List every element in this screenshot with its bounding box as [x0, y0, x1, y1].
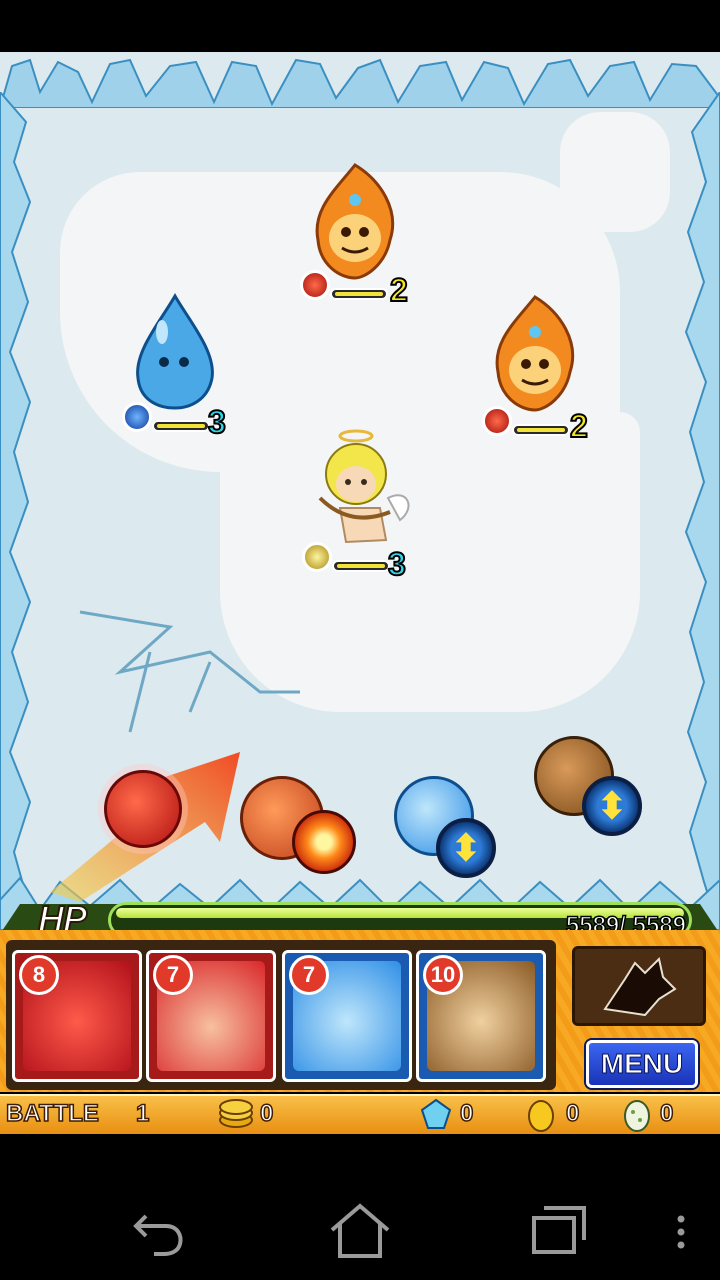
battlefield[interactable]: 2 3 2 3 ⬍ ⬍: [0, 52, 720, 930]
party-card-tanuki-brawler[interactable]: 10: [416, 950, 546, 1082]
gem-count: 0: [459, 1099, 474, 1128]
level-badge: 10: [423, 955, 463, 995]
enemy-fire-spirit[interactable]: 2: [300, 160, 430, 308]
fire-element-icon: [482, 406, 512, 436]
player-red-dragon[interactable]: [104, 770, 182, 848]
water-element-icon: [122, 402, 152, 432]
enemy-angel-archer[interactable]: 3: [300, 428, 430, 582]
enemy-hp-bar: [332, 560, 390, 572]
party-card-fire-fish[interactable]: 7: [146, 950, 276, 1082]
enemy-hp-bar: [330, 288, 388, 300]
ice-wall-left: [0, 92, 32, 930]
fire-spirit-sprite: [495, 295, 575, 412]
fire-spirit-sprite: [315, 163, 395, 280]
enemy-hp-bar: [152, 420, 210, 432]
egg-icon: [624, 1100, 650, 1132]
fire-burst-icon: [292, 810, 356, 874]
gem-icon: [420, 1098, 452, 1129]
gold-coin-icon: [219, 1099, 253, 1128]
egg-count: 0: [659, 1099, 674, 1128]
ice-wall-top: [0, 58, 720, 108]
menu-button[interactable]: MENU: [586, 1040, 698, 1088]
enemy-water-drop[interactable]: 3: [120, 292, 250, 440]
battle-number: 1: [135, 1099, 150, 1128]
fire-element-icon: [300, 270, 330, 300]
ice-wall-right: [684, 92, 720, 930]
party-card-water-drop[interactable]: 7: [282, 950, 412, 1082]
angel-archer-sprite: [318, 429, 410, 544]
enemy-fire-spirit[interactable]: 2: [480, 292, 610, 444]
enemy-turn-count: 3: [387, 546, 407, 582]
gold-egg-icon: [528, 1100, 554, 1132]
back-icon[interactable]: [128, 1200, 188, 1260]
status-bar: [0, 1094, 720, 1134]
level-badge: 7: [289, 955, 329, 995]
light-element-icon: [302, 542, 332, 572]
enemy-hp-bar: [512, 424, 570, 436]
speed-up-icon: ⬍: [582, 776, 642, 836]
home-icon[interactable]: [328, 1200, 392, 1260]
dragon-head-icon: [603, 957, 677, 1017]
recent-apps-icon[interactable]: [528, 1200, 588, 1260]
level-badge: 8: [19, 955, 59, 995]
enemy-turn-count: 3: [207, 404, 227, 440]
overflow-menu-icon[interactable]: [676, 1214, 686, 1254]
battle-label: BATTLE: [5, 1099, 99, 1128]
enemy-turn-count: 2: [389, 272, 409, 308]
gold-egg-count: 0: [565, 1099, 580, 1128]
water-drop-sprite: [136, 292, 214, 410]
party-card-red-dragon[interactable]: 8: [12, 950, 142, 1082]
speed-up-icon: ⬍: [436, 818, 496, 878]
level-badge: 7: [153, 955, 193, 995]
gold-count: 0: [259, 1099, 274, 1128]
boss-silhouette-icon: [572, 946, 706, 1026]
enemy-turn-count: 2: [569, 408, 589, 444]
